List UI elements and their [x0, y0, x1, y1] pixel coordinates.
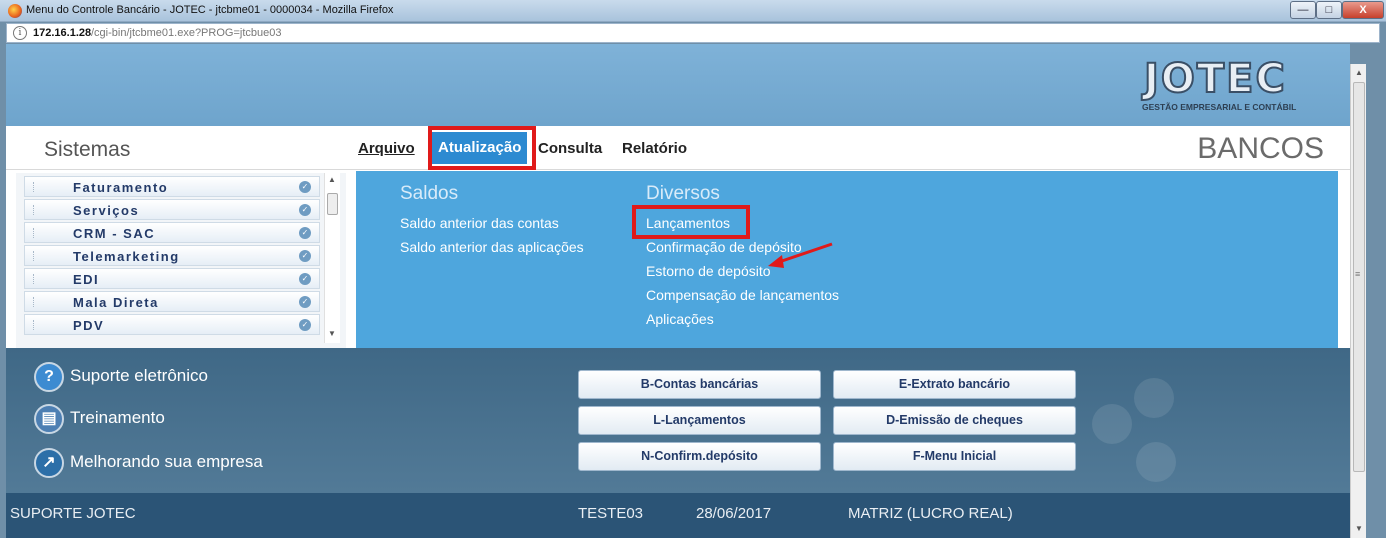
grip-icon	[33, 228, 35, 238]
footer-panel: ? Suporte eletrônico ▤ Treinamento ↗ Mel…	[6, 348, 1350, 493]
window-titlebar: Menu do Controle Bancário - JOTEC - jtcb…	[0, 0, 1386, 22]
link-saldo-aplicacoes[interactable]: Saldo anterior das aplicações	[400, 239, 584, 255]
system-item-servicos[interactable]: Serviços ✓	[24, 199, 320, 220]
status-user: TESTE03	[578, 505, 644, 522]
window-title: Menu do Controle Bancário - JOTEC - jtcb…	[26, 4, 394, 16]
support-label: Melhorando sua empresa	[70, 452, 263, 471]
scroll-up-icon[interactable]: ▲	[328, 175, 336, 184]
btn-lancamentos[interactable]: L-Lançamentos	[578, 406, 821, 435]
minimize-button[interactable]: —	[1290, 1, 1316, 19]
scroll-up-icon[interactable]: ▲	[1355, 68, 1363, 77]
check-icon: ✓	[299, 273, 311, 285]
support-label: Suporte eletrônico	[70, 366, 208, 385]
red-arrow-annotation	[768, 242, 833, 268]
support-label: Treinamento	[70, 408, 165, 427]
btn-menu-inicial[interactable]: F-Menu Inicial	[833, 442, 1076, 471]
status-company: MATRIZ (LUCRO REAL)	[848, 505, 1013, 522]
check-icon: ✓	[299, 296, 311, 308]
growth-chart-icon: ↗	[34, 448, 64, 478]
address-bar[interactable]: i 172.16.1.28 /cgi-bin/jtcbme01.exe?PROG…	[6, 23, 1380, 43]
page-frame: JOTEC GESTÃO EMPRESARIAL E CONTÁBIL Sist…	[6, 44, 1350, 538]
check-icon: ✓	[299, 204, 311, 216]
status-user-group: SUPORTE JOTEC	[10, 505, 136, 522]
system-label: Mala Direta	[73, 295, 159, 310]
grip-icon	[33, 205, 35, 215]
firefox-icon	[8, 4, 22, 18]
menu-row: Sistemas Arquivo Atualização Consulta Re…	[6, 126, 1350, 170]
system-label: Serviços	[73, 203, 140, 218]
link-aplicacoes[interactable]: Aplicações	[646, 311, 714, 327]
scroll-down-icon[interactable]: ▼	[328, 329, 336, 338]
logo-subtitle: GESTÃO EMPRESARIAL E CONTÁBIL	[1142, 102, 1297, 112]
system-label: PDV	[73, 318, 105, 333]
check-icon: ✓	[299, 319, 311, 331]
logo-text: JOTEC	[1143, 56, 1287, 102]
systems-scrollbar[interactable]: ▲ ▼	[324, 173, 340, 343]
info-icon[interactable]: i	[13, 26, 27, 40]
system-item-telemarketing[interactable]: Telemarketing ✓	[24, 245, 320, 266]
btn-extrato-bancario[interactable]: E-Extrato bancário	[833, 370, 1076, 399]
jotec-logo: JOTEC GESTÃO EMPRESARIAL E CONTÁBIL	[1140, 56, 1336, 116]
system-label: CRM - SAC	[73, 226, 156, 241]
help-icon: ?	[34, 362, 64, 392]
system-item-mala-direta[interactable]: Mala Direta ✓	[24, 291, 320, 312]
atualizacao-dropdown: Saldos Saldo anterior das contas Saldo a…	[356, 171, 1338, 348]
link-estorno-deposito[interactable]: Estorno de depósito	[646, 263, 771, 279]
system-item-pdv[interactable]: PDV ✓	[24, 314, 320, 335]
grip-icon	[33, 182, 35, 192]
menu-consulta[interactable]: Consulta	[538, 140, 602, 157]
grip-icon	[33, 320, 35, 330]
module-title: BANCOS	[1197, 132, 1324, 165]
menu-relatorio[interactable]: Relatório	[622, 140, 687, 157]
grip-icon	[33, 251, 35, 261]
saldos-title: Saldos	[400, 183, 459, 204]
check-icon: ✓	[299, 227, 311, 239]
sistemas-heading: Sistemas	[44, 138, 131, 161]
diversos-title: Diversos	[646, 183, 720, 204]
system-item-crm-sac[interactable]: CRM - SAC ✓	[24, 222, 320, 243]
grip-icon	[33, 274, 35, 284]
btn-contas-bancarias[interactable]: B-Contas bancárias	[578, 370, 821, 399]
maximize-button[interactable]: □	[1316, 1, 1342, 19]
check-icon: ✓	[299, 250, 311, 262]
scroll-down-icon[interactable]: ▼	[1355, 524, 1363, 533]
close-button[interactable]: X	[1342, 1, 1384, 19]
status-date: 28/06/2017	[696, 505, 772, 522]
system-label: Faturamento	[73, 180, 169, 195]
check-icon: ✓	[299, 181, 311, 193]
btn-emissao-cheques[interactable]: D-Emissão de cheques	[833, 406, 1076, 435]
system-label: Telemarketing	[73, 249, 180, 264]
highlight-lancamentos	[632, 205, 750, 239]
page-scrollbar[interactable]: ▲ ≡ ▼	[1350, 64, 1366, 538]
url-path: /cgi-bin/jtcbme01.exe?PROG=jtcbue03	[91, 27, 282, 39]
grip-icon	[33, 297, 35, 307]
system-item-faturamento[interactable]: Faturamento ✓	[24, 176, 320, 197]
scroll-grip-icon: ≡	[1355, 269, 1361, 279]
btn-confirm-deposito[interactable]: N-Confirm.depósito	[578, 442, 821, 471]
highlight-atualizacao	[428, 126, 536, 170]
systems-list: Faturamento ✓ Serviços ✓ CRM - SAC ✓ Tel…	[16, 173, 346, 348]
decorative-circle	[1092, 404, 1132, 444]
decorative-circle	[1134, 378, 1174, 418]
url-host: 172.16.1.28	[33, 27, 92, 39]
link-compensacao[interactable]: Compensação de lançamentos	[646, 287, 839, 303]
link-saldo-contas[interactable]: Saldo anterior das contas	[400, 215, 559, 231]
system-label: EDI	[73, 272, 100, 287]
training-icon: ▤	[34, 404, 64, 434]
decorative-circle	[1136, 442, 1176, 482]
header-band: JOTEC GESTÃO EMPRESARIAL E CONTÁBIL	[6, 44, 1350, 126]
scroll-thumb[interactable]	[327, 193, 338, 215]
status-bar: SUPORTE JOTEC TESTE03 28/06/2017 MATRIZ …	[6, 493, 1350, 538]
system-item-edi[interactable]: EDI ✓	[24, 268, 320, 289]
menu-arquivo[interactable]: Arquivo	[358, 140, 415, 157]
